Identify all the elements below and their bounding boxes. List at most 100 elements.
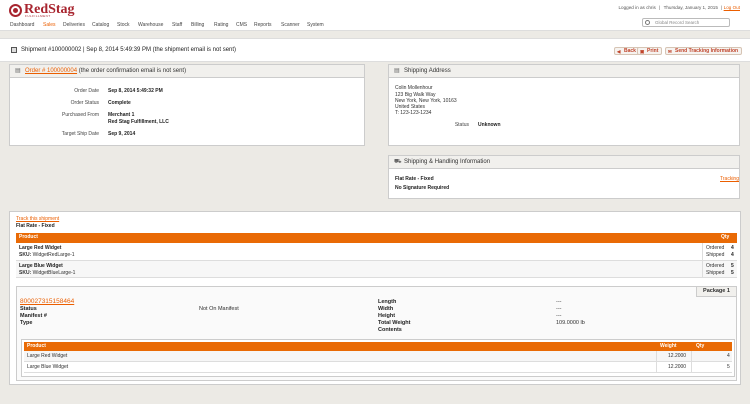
nav-scanner[interactable]: Scanner: [281, 22, 300, 28]
item-name: Large Blue Widget: [19, 263, 63, 269]
package-status-value: Not On Manifest: [199, 306, 239, 312]
nav-deliveries[interactable]: Deliveries: [63, 22, 85, 28]
package-item-weight: 12.2000: [668, 364, 687, 370]
ordered-label: Ordered: [706, 245, 725, 251]
nav-warehouse[interactable]: Warehouse: [138, 22, 163, 28]
height-label: Height: [378, 313, 396, 319]
nav-dashboard[interactable]: Dashboard: [10, 22, 34, 28]
address-line: Colin Mollenhour: [395, 85, 433, 91]
nav-catalog[interactable]: Catalog: [92, 22, 109, 28]
table-row: Large Blue Widget 12.2000 5: [24, 362, 732, 373]
shipment-items-panel: Track this shipment Flat Rate - Fixed Pr…: [9, 211, 741, 385]
order-icon: ▤: [15, 68, 21, 74]
shipped-qty: 4: [731, 252, 734, 258]
shipment-icon: [11, 47, 17, 53]
nav-stock[interactable]: Stock: [117, 22, 130, 28]
truck-icon: ⛟: [394, 159, 402, 165]
top-header: RedStag FULFILLMENT Logged in as chris |…: [0, 0, 750, 20]
print-icon: ▣: [640, 48, 645, 54]
order-date-label: Order Date: [74, 88, 99, 94]
shipping-handling-header: ⛟ Shipping & Handling Information: [389, 156, 739, 169]
address-status-label: Status: [454, 122, 469, 128]
package-item-name: Large Red Widget: [27, 353, 68, 359]
order-info-box: ▤ Order # 100000004 (the order confirmat…: [9, 64, 365, 146]
purchased-from-company: Red Stag Fulfillment, LLC: [108, 119, 169, 125]
contents-label: Contents: [378, 327, 402, 333]
order-email-note: (the order confirmation email is not sen…: [78, 68, 187, 74]
table-row: Large Blue Widget SKU: WidgetBlueLarge-1…: [16, 261, 737, 278]
ordered-qty: 5: [731, 263, 734, 269]
width-value: ---: [556, 306, 562, 312]
shipping-address-title: Shipping Address: [404, 68, 451, 74]
global-search-input[interactable]: Global Record Search: [642, 18, 730, 27]
height-value: ---: [556, 313, 562, 319]
search-icon: [645, 20, 650, 25]
nav-cms[interactable]: CMS: [236, 22, 247, 28]
total-weight-value: 109.0000 lb: [556, 320, 585, 326]
shipped-label: Shipped: [706, 270, 725, 276]
package-qty-header: Qty: [696, 343, 705, 349]
table-row: Large Red Widget 12.2000 4: [24, 351, 732, 362]
package-items-header: Product Weight Qty: [24, 342, 732, 351]
nav-reports[interactable]: Reports: [254, 22, 272, 28]
length-value: ---: [556, 299, 562, 305]
items-table-header: Product Qty: [16, 233, 737, 243]
item-name: Large Red Widget: [19, 245, 62, 251]
sku-label: SKU:: [19, 252, 32, 258]
package-item-qty: 4: [727, 353, 730, 359]
purchased-from-value: Merchant 1: [108, 112, 135, 118]
shipping-method: Flat Rate - Fixed: [395, 176, 434, 182]
package-weight-header: Weight: [660, 343, 677, 349]
ordered-qty: 4: [731, 245, 734, 251]
order-status-label: Order Status: [70, 100, 99, 106]
nav-billing[interactable]: Billing: [191, 22, 204, 28]
nav-system[interactable]: System: [307, 22, 324, 28]
manifest-label: Manifest #: [20, 313, 47, 319]
address-status-value: Unknown: [478, 122, 501, 128]
user-info: Logged in as chris | Thursday, January 1…: [618, 5, 741, 10]
shipping-address-header: ▤ Shipping Address: [389, 65, 739, 78]
shipping-handling-title: Shipping & Handling Information: [404, 159, 491, 165]
print-button[interactable]: ▣ Print: [637, 47, 663, 55]
item-sku: WidgetRedLarge-1: [32, 252, 75, 258]
shipping-handling-box: ⛟ Shipping & Handling Information Flat R…: [388, 155, 740, 199]
package-tracking-number[interactable]: 800027315158464: [20, 298, 74, 305]
send-tracking-button[interactable]: ✉ Send Tracking Information: [665, 47, 743, 55]
type-label: Type: [20, 320, 33, 326]
logo-subtitle: FULFILLMENT: [25, 14, 51, 18]
shipped-label: Shipped: [706, 252, 725, 258]
package-panel: Package 1 800027315158464 Status Not On …: [16, 286, 737, 381]
package-item-name: Large Blue Widget: [27, 364, 69, 370]
purchased-from-label: Purchased From: [62, 112, 99, 118]
package-title: Package 1: [696, 287, 736, 297]
shipment-method: Flat Rate - Fixed: [16, 223, 55, 229]
product-column-header: Product: [19, 234, 38, 240]
tracking-link[interactable]: Tracking: [720, 176, 739, 182]
logo-mark-icon: [9, 3, 22, 17]
package-status-label: Status: [20, 306, 37, 312]
nav-rating[interactable]: Rating: [214, 22, 228, 28]
page-title-bar: Shipment #100000002 | Sep 8, 2014 5:49:3…: [0, 38, 750, 62]
table-row: Large Red Widget SKU: WidgetRedLarge-1 O…: [16, 243, 737, 261]
address-icon: ▤: [394, 68, 400, 74]
address-phone: T: 123-123-1234: [395, 110, 432, 116]
package-product-header: Product: [27, 343, 46, 349]
package-item-weight: 12.2000: [668, 353, 687, 359]
nav-sales[interactable]: Sales: [43, 22, 56, 28]
target-ship-date-value: Sep 9, 2014: [108, 131, 136, 137]
signature-requirement: No Signature Required: [395, 185, 450, 191]
logout-link[interactable]: Log Out: [724, 5, 740, 10]
order-box-header: ▤ Order # 100000004 (the order confirmat…: [10, 65, 364, 78]
width-label: Width: [378, 306, 394, 312]
shipping-address-box: ▤ Shipping Address Colin Mollenhour 123 …: [388, 64, 740, 146]
main-nav: Dashboard Sales Deliveries Catalog Stock…: [0, 20, 750, 31]
order-link[interactable]: Order # 100000004: [25, 68, 77, 74]
current-date: Thursday, January 1, 2015: [663, 5, 718, 10]
package-item-qty: 5: [727, 364, 730, 370]
nav-staff[interactable]: Staff: [172, 22, 182, 28]
mail-icon: ✉: [668, 48, 672, 54]
logged-in-text: Logged in as chris: [618, 5, 656, 10]
length-label: Length: [378, 299, 397, 305]
order-status-value: Complete: [108, 100, 131, 106]
track-shipment-link[interactable]: Track this shipment: [16, 216, 59, 222]
